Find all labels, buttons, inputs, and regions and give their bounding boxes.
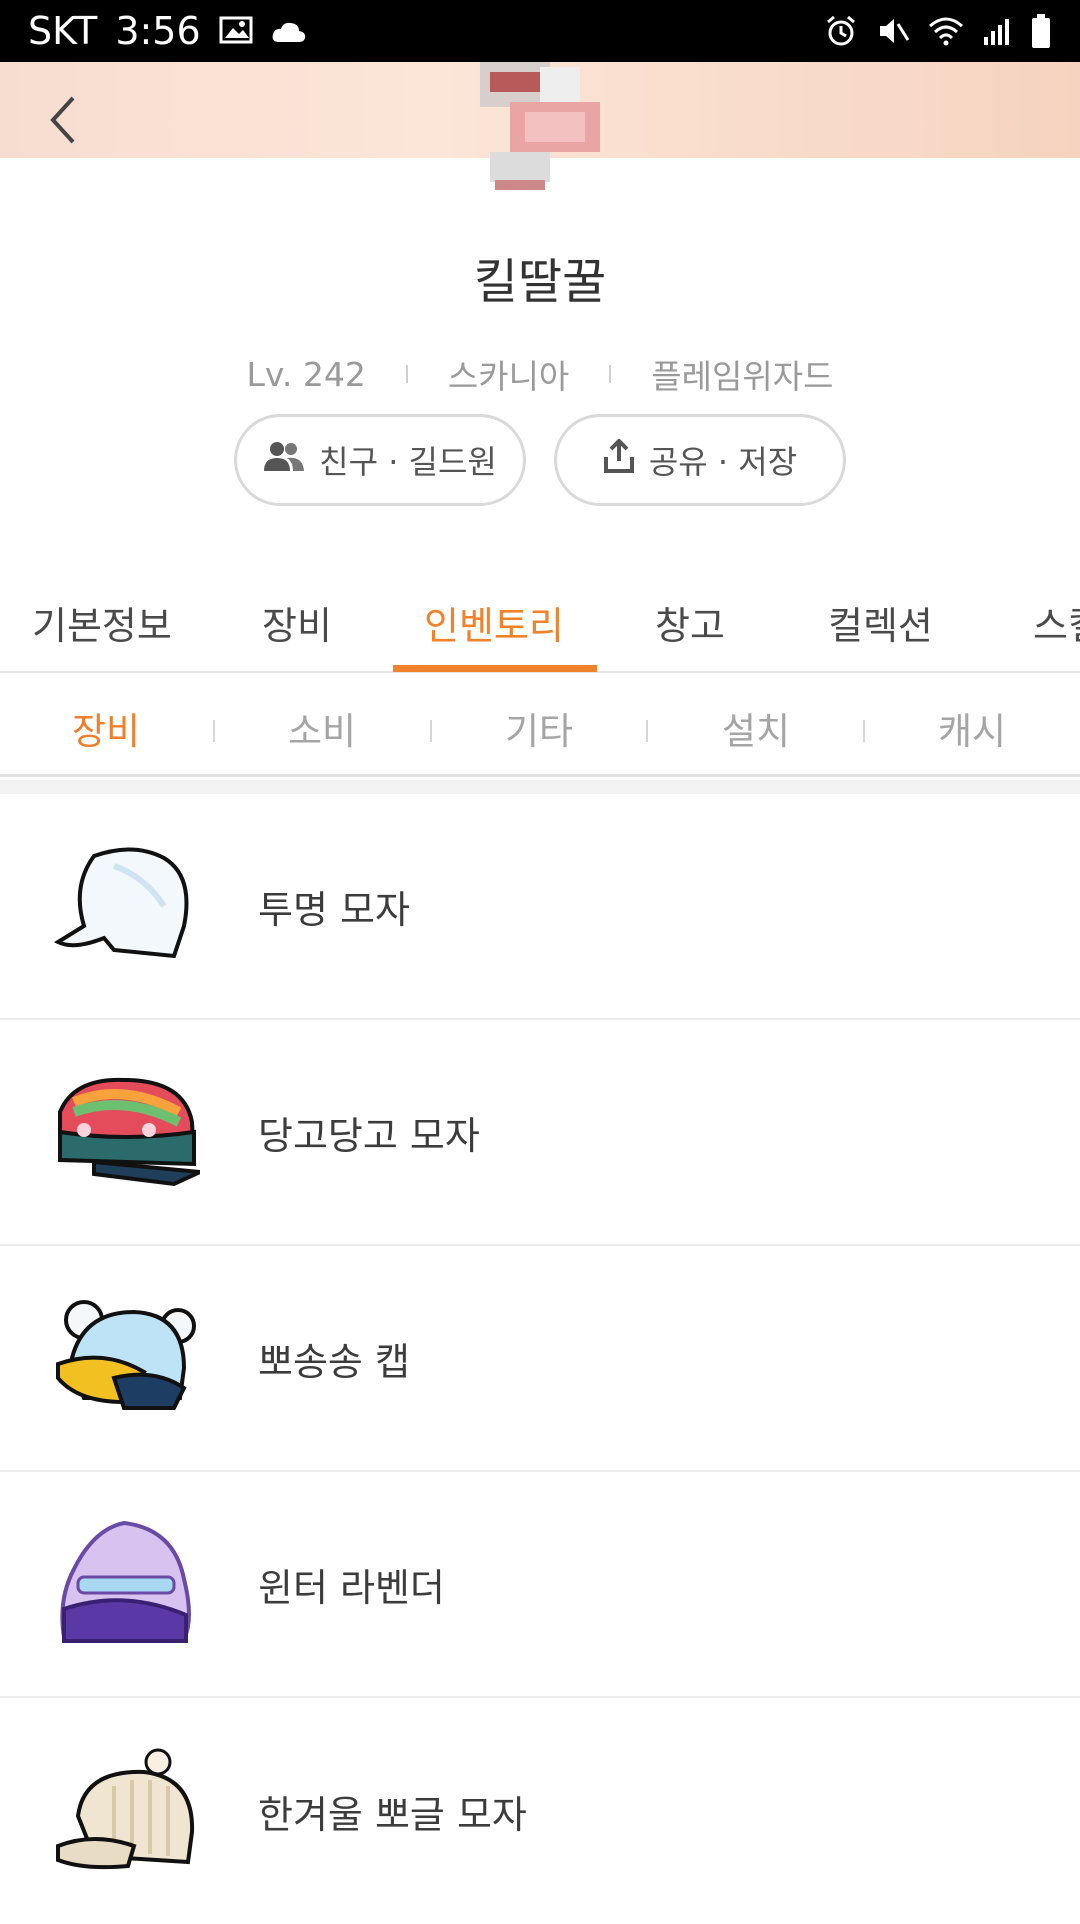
- chevron-left-icon: [47, 94, 77, 150]
- share-save-label: 공유 · 저장: [648, 443, 798, 481]
- list-item[interactable]: 뽀송송 캡: [0, 1246, 1080, 1472]
- character-meta: Lv. 242 스카니아 플레임위자드: [0, 350, 1080, 398]
- winter-lavender-hat-icon: [54, 1519, 200, 1649]
- inventory-list: 투명 모자 당고당고 모자 뽀송송 캡 윈터 라벤더 한겨울 뽀글 모자: [0, 794, 1080, 1924]
- subtab-divider: [430, 720, 432, 742]
- people-icon: [263, 440, 305, 480]
- item-name: 한겨울 뽀글 모자: [258, 1792, 527, 1837]
- profile-section: 킬딸꿀 Lv. 242 스카니아 플레임위자드: [0, 250, 1080, 398]
- character-level: Lv. 242: [246, 354, 366, 394]
- carrier-label: SKT: [28, 9, 98, 53]
- dango-hat-icon: [54, 1067, 200, 1197]
- share-icon: [603, 438, 635, 481]
- alarm-icon: [824, 14, 858, 48]
- item-name: 당고당고 모자: [258, 1113, 480, 1158]
- list-item[interactable]: 윈터 라벤더: [0, 1472, 1080, 1698]
- meta-divider: [609, 365, 612, 383]
- transparent-hat-icon: [54, 841, 200, 971]
- list-item[interactable]: 한겨울 뽀글 모자: [0, 1698, 1080, 1924]
- subtab-equip[interactable]: 장비: [36, 701, 176, 755]
- character-job: 플레임위자드: [651, 357, 834, 396]
- meta-divider: [405, 365, 408, 383]
- subtab-consume[interactable]: 소비: [252, 701, 392, 755]
- section-divider: [0, 780, 1080, 794]
- cloud-icon: [271, 9, 307, 53]
- signal-icon: [982, 17, 1012, 45]
- inventory-subtabs: 장비 소비 기타 설치 캐시: [0, 675, 1080, 777]
- action-buttons: 친구 · 길드원 공유 · 저장: [0, 414, 1080, 506]
- list-item[interactable]: 투명 모자: [0, 794, 1080, 1020]
- mute-icon: [876, 14, 910, 48]
- main-tabs: 기본정보 장비 인벤토리 창고 컬렉션 스킬: [0, 575, 1080, 673]
- subtab-divider: [863, 720, 865, 742]
- character-avatar: [470, 62, 630, 192]
- item-name: 투명 모자: [258, 887, 410, 932]
- winter-beanie-hat-icon: [54, 1746, 200, 1876]
- character-world: 스카니아: [447, 357, 570, 396]
- subtab-cash[interactable]: 캐시: [902, 701, 1042, 755]
- tab-inventory[interactable]: 인벤토리: [424, 595, 564, 650]
- friends-guild-button[interactable]: 친구 · 길드원: [234, 414, 526, 506]
- share-save-button[interactable]: 공유 · 저장: [554, 414, 846, 506]
- subtab-divider: [213, 720, 215, 742]
- time-label: 3:56: [115, 9, 201, 53]
- list-item[interactable]: 당고당고 모자: [0, 1020, 1080, 1246]
- subtab-install[interactable]: 설치: [686, 701, 826, 755]
- character-name: 킬딸꿀: [473, 254, 607, 310]
- active-tab-indicator: [393, 665, 597, 672]
- subtab-etc[interactable]: 기타: [469, 701, 609, 755]
- friends-guild-label: 친구 · 길드원: [319, 443, 497, 481]
- back-button[interactable]: [38, 92, 86, 152]
- tab-basic-info[interactable]: 기본정보: [32, 595, 172, 650]
- subtab-divider: [646, 720, 648, 742]
- tab-equipment[interactable]: 장비: [262, 595, 332, 650]
- tab-storage[interactable]: 창고: [655, 595, 725, 650]
- item-name: 뽀송송 캡: [258, 1339, 410, 1384]
- fluffy-cap-icon: [54, 1293, 200, 1423]
- tab-skill[interactable]: 스킬: [1033, 595, 1080, 650]
- wifi-icon: [928, 16, 964, 46]
- gallery-icon: [219, 9, 253, 53]
- status-bar: SKT 3:56: [0, 0, 1080, 62]
- item-name: 윈터 라벤더: [258, 1565, 445, 1610]
- battery-icon: [1030, 14, 1052, 48]
- tab-collection[interactable]: 컬렉션: [828, 595, 933, 650]
